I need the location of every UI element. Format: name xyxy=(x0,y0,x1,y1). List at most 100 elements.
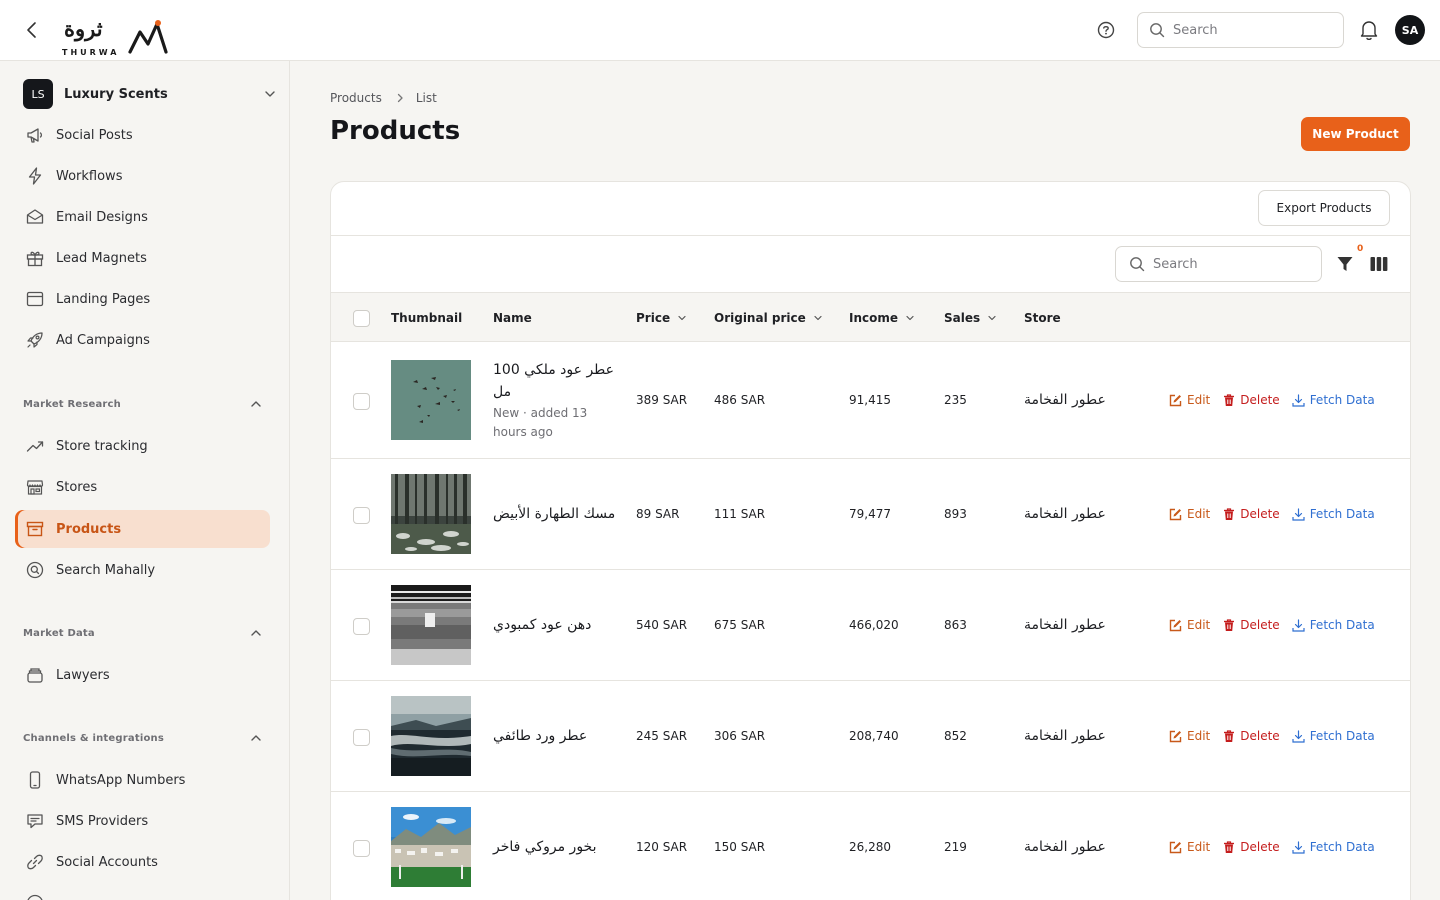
table-row[interactable]: بخور مروكي فاخر 120 SAR 150 SAR 26,280 2… xyxy=(331,792,1410,900)
global-search[interactable] xyxy=(1137,12,1344,48)
columns-icon[interactable] xyxy=(1370,256,1388,272)
product-name-cell: عطر عود ملكي 100 مل New · added 13 hours… xyxy=(493,342,618,458)
breadcrumb: Products List xyxy=(330,91,437,105)
sidebar-item-lead-magnets[interactable]: Lead Magnets xyxy=(15,239,270,277)
row-checkbox[interactable] xyxy=(353,618,370,635)
row-checkbox[interactable] xyxy=(353,507,370,524)
delete-button[interactable]: Delete xyxy=(1223,840,1280,854)
product-thumbnail[interactable] xyxy=(391,585,471,665)
edit-button[interactable]: Edit xyxy=(1169,393,1210,407)
price-cell: 89 SAR xyxy=(636,507,680,521)
row-checkbox[interactable] xyxy=(353,840,370,857)
fetch-data-button[interactable]: Fetch Data xyxy=(1292,618,1375,632)
delete-label: Delete xyxy=(1240,840,1280,854)
delete-label: Delete xyxy=(1240,507,1280,521)
sidebar-item-products[interactable]: Products xyxy=(15,510,270,548)
sales-cell: 219 xyxy=(944,840,967,854)
delete-button[interactable]: Delete xyxy=(1223,729,1280,743)
edit-button[interactable]: Edit xyxy=(1169,618,1210,632)
product-thumbnail[interactable] xyxy=(391,360,471,440)
bell-icon[interactable] xyxy=(1359,19,1379,41)
table-row[interactable]: عطر عود ملكي 100 مل New · added 13 hours… xyxy=(331,342,1410,459)
sidebar-item-workflows[interactable]: Workflows xyxy=(15,157,270,195)
sidebar-item-sms-providers[interactable]: SMS Providers xyxy=(15,802,270,840)
table-row[interactable]: عطر ورد طائفي 245 SAR 306 SAR 208,740 85… xyxy=(331,681,1410,792)
original-price-cell: 111 SAR xyxy=(714,507,766,521)
fetch-data-label: Fetch Data xyxy=(1309,393,1375,407)
column-sales[interactable]: Sales xyxy=(944,293,997,343)
sidebar-item-ad-campaigns[interactable]: Ad Campaigns xyxy=(15,321,270,359)
export-products-button[interactable]: Export Products xyxy=(1258,190,1390,226)
sidebar-item-search-mahally[interactable]: Search Mahally xyxy=(15,551,270,589)
income-cell: 79,477 xyxy=(849,507,891,521)
sidebar-item-social-posts[interactable]: Social Posts xyxy=(15,116,270,154)
fetch-data-button[interactable]: Fetch Data xyxy=(1292,729,1375,743)
delete-button[interactable]: Delete xyxy=(1223,618,1280,632)
sidebar-item-store-tracking[interactable]: Store tracking xyxy=(15,427,270,465)
search-circle-icon xyxy=(23,558,47,582)
section-market-research[interactable]: Market Research xyxy=(23,394,263,414)
sidebar-item-partial[interactable] xyxy=(15,884,270,900)
delete-button[interactable]: Delete xyxy=(1223,393,1280,407)
table-row[interactable]: دهن عود كمبودي 540 SAR 675 SAR 466,020 8… xyxy=(331,570,1410,681)
app-logo[interactable]: ثروة THURWA xyxy=(62,16,172,60)
sidebar-item-stores[interactable]: Stores xyxy=(15,468,270,506)
back-button[interactable] xyxy=(20,18,44,42)
section-market-data[interactable]: Market Data xyxy=(23,623,263,643)
global-search-input[interactable] xyxy=(1173,22,1323,38)
trash-icon xyxy=(1224,507,1235,520)
new-product-button[interactable]: New Product xyxy=(1301,117,1410,151)
user-avatar[interactable]: SA xyxy=(1395,15,1425,45)
product-name[interactable]: بخور مروكي فاخر xyxy=(493,836,618,858)
search-icon xyxy=(1150,23,1165,38)
column-income[interactable]: Income xyxy=(849,293,915,343)
download-icon xyxy=(1292,393,1305,407)
table-toolbar: 0 xyxy=(331,235,1410,292)
product-thumbnail[interactable] xyxy=(391,474,471,554)
archive-box-icon xyxy=(23,517,47,541)
delete-button[interactable]: Delete xyxy=(1223,507,1280,521)
edit-button[interactable]: Edit xyxy=(1169,840,1210,854)
table-search[interactable] xyxy=(1115,246,1322,282)
column-original-price[interactable]: Original price xyxy=(714,293,823,343)
edit-label: Edit xyxy=(1187,729,1211,743)
row-checkbox[interactable] xyxy=(353,393,370,410)
row-checkbox[interactable] xyxy=(353,729,370,746)
edit-button[interactable]: Edit xyxy=(1169,729,1210,743)
section-title: Market Data xyxy=(23,627,95,639)
product-name-cell: عطر ورد طائفي xyxy=(493,681,618,791)
workspace-switcher[interactable]: LS Luxury Scents xyxy=(23,79,283,109)
select-all-checkbox[interactable] xyxy=(353,310,370,327)
edit-button[interactable]: Edit xyxy=(1169,507,1210,521)
price-cell: 120 SAR xyxy=(636,840,688,854)
help-icon[interactable] xyxy=(1096,20,1116,40)
sidebar-item-social-accounts[interactable]: Social Accounts xyxy=(15,843,270,881)
table-row[interactable]: مسك الطهارة الأبيض 89 SAR 111 SAR 79,477… xyxy=(331,459,1410,570)
product-name[interactable]: عطر عود ملكي 100 مل xyxy=(493,359,618,403)
product-subtitle: New · added 13 hours ago xyxy=(493,405,588,439)
chevron-down-icon xyxy=(987,313,997,323)
price-cell: 389 SAR xyxy=(636,393,688,407)
sidebar-item-whatsapp-numbers[interactable]: WhatsApp Numbers xyxy=(15,761,270,799)
product-thumbnail[interactable] xyxy=(391,807,471,887)
sidebar-item-email-designs[interactable]: Email Designs xyxy=(15,198,270,236)
product-name[interactable]: دهن عود كمبودي xyxy=(493,614,618,636)
chevron-left-icon xyxy=(27,22,36,38)
filter-icon[interactable] xyxy=(1336,255,1354,273)
table-search-input[interactable] xyxy=(1153,256,1303,272)
sidebar-item-landing-pages[interactable]: Landing Pages xyxy=(15,280,270,318)
fetch-data-button[interactable]: Fetch Data xyxy=(1292,840,1375,854)
section-channels-integrations[interactable]: Channels & integrations xyxy=(23,728,263,748)
product-name[interactable]: عطر ورد طائفي xyxy=(493,725,618,747)
sidebar-item-lawyers[interactable]: Lawyers xyxy=(15,656,270,694)
fetch-data-button[interactable]: Fetch Data xyxy=(1292,507,1375,521)
sales-cell: 863 xyxy=(944,618,967,632)
store-cell: عطور الفخامة xyxy=(1024,839,1106,855)
fetch-data-button[interactable]: Fetch Data xyxy=(1292,393,1375,407)
product-name[interactable]: مسك الطهارة الأبيض xyxy=(493,503,618,525)
edit-label: Edit xyxy=(1187,393,1211,407)
column-price[interactable]: Price xyxy=(636,293,687,343)
column-name: Name xyxy=(493,293,532,343)
breadcrumb-products[interactable]: Products xyxy=(330,91,382,105)
product-thumbnail[interactable] xyxy=(391,696,471,776)
